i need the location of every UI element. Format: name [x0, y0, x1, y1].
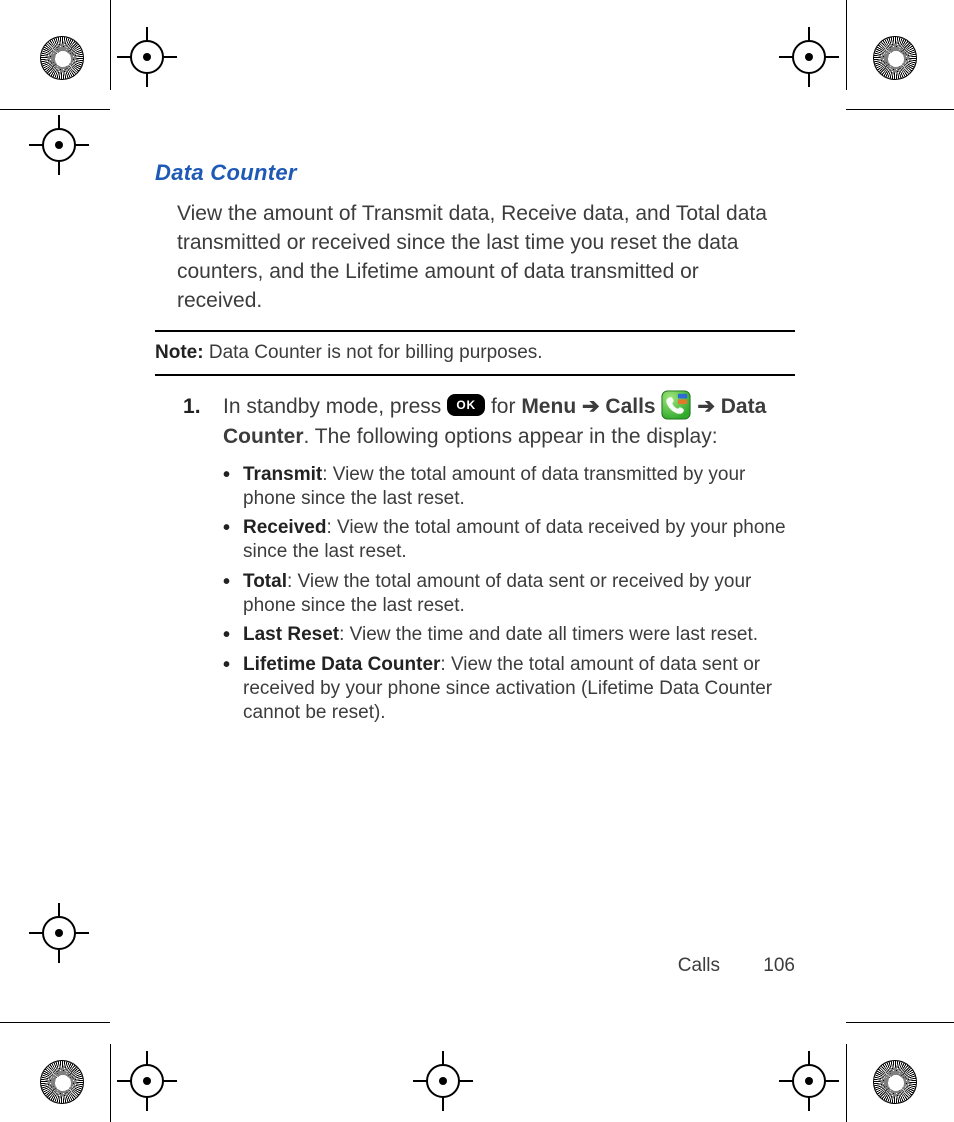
note-label: Note:	[155, 342, 204, 363]
crop-line	[846, 0, 847, 90]
option-received: Received: View the total amount of data …	[223, 516, 795, 564]
crop-line	[846, 109, 954, 110]
step-text: . The following options appear in the di…	[304, 425, 718, 448]
option-term: Transmit	[243, 464, 322, 485]
page-footer: Calls 106	[155, 955, 795, 977]
print-registration-mark	[873, 1060, 917, 1104]
step-1: In standby mode, press OK for Menu ➔ Cal…	[183, 392, 795, 724]
print-registration-mark	[40, 36, 84, 80]
options-list: Transmit : View the total amount of data …	[223, 463, 795, 725]
step-text: for	[491, 395, 521, 418]
option-term: Total	[243, 571, 287, 592]
footer-page-number: 106	[763, 955, 795, 976]
note-text: Data Counter is not for billing purposes…	[204, 342, 543, 363]
crosshair-mark	[426, 1064, 460, 1098]
step-text: In standby mode, press	[223, 395, 447, 418]
crosshair-mark	[792, 1064, 826, 1098]
intro-paragraph: View the amount of Transmit data, Receiv…	[177, 200, 777, 316]
crop-line	[110, 1044, 111, 1122]
calls-icon	[661, 390, 691, 420]
option-desc: : View the time and date all timers were…	[339, 624, 758, 645]
option-term: Lifetime Data Counter	[243, 654, 440, 675]
option-last-reset: Last Reset: View the time and date all t…	[223, 623, 795, 647]
steps-list: In standby mode, press OK for Menu ➔ Cal…	[183, 392, 795, 724]
crosshair-mark	[42, 916, 76, 950]
option-transmit: Transmit: View the total amount of data …	[223, 463, 795, 511]
crop-line	[0, 109, 110, 110]
calls-label: Calls	[605, 395, 655, 418]
note-box: Note: Data Counter is not for billing pu…	[155, 330, 795, 376]
crosshair-mark	[130, 1064, 164, 1098]
arrow-icon: ➔	[697, 395, 720, 418]
option-total: Total: View the total amount of data sen…	[223, 570, 795, 618]
section-heading: Data Counter	[155, 160, 795, 186]
manual-page: .regmark > * { } Data Counter View the a…	[0, 0, 954, 1122]
print-registration-mark	[40, 1060, 84, 1104]
menu-label: Menu	[521, 395, 576, 418]
option-term: Received	[243, 517, 326, 538]
option-desc: : View the total amount of data sent or …	[243, 571, 751, 616]
arrow-icon: ➔	[582, 395, 605, 418]
option-lifetime: Lifetime Data Counter: View the total am…	[223, 653, 795, 724]
crop-line	[846, 1044, 847, 1122]
ok-key-icon: OK	[447, 394, 485, 416]
page-content: Data Counter View the amount of Transmit…	[155, 160, 795, 730]
footer-section: Calls	[678, 955, 720, 976]
option-term: Last Reset	[243, 624, 339, 645]
crop-line	[0, 1022, 110, 1023]
crosshair-mark	[130, 40, 164, 74]
crosshair-mark	[42, 128, 76, 162]
crop-line	[110, 0, 111, 90]
crosshair-mark	[792, 40, 826, 74]
print-registration-mark	[873, 36, 917, 80]
crop-line	[846, 1022, 954, 1023]
